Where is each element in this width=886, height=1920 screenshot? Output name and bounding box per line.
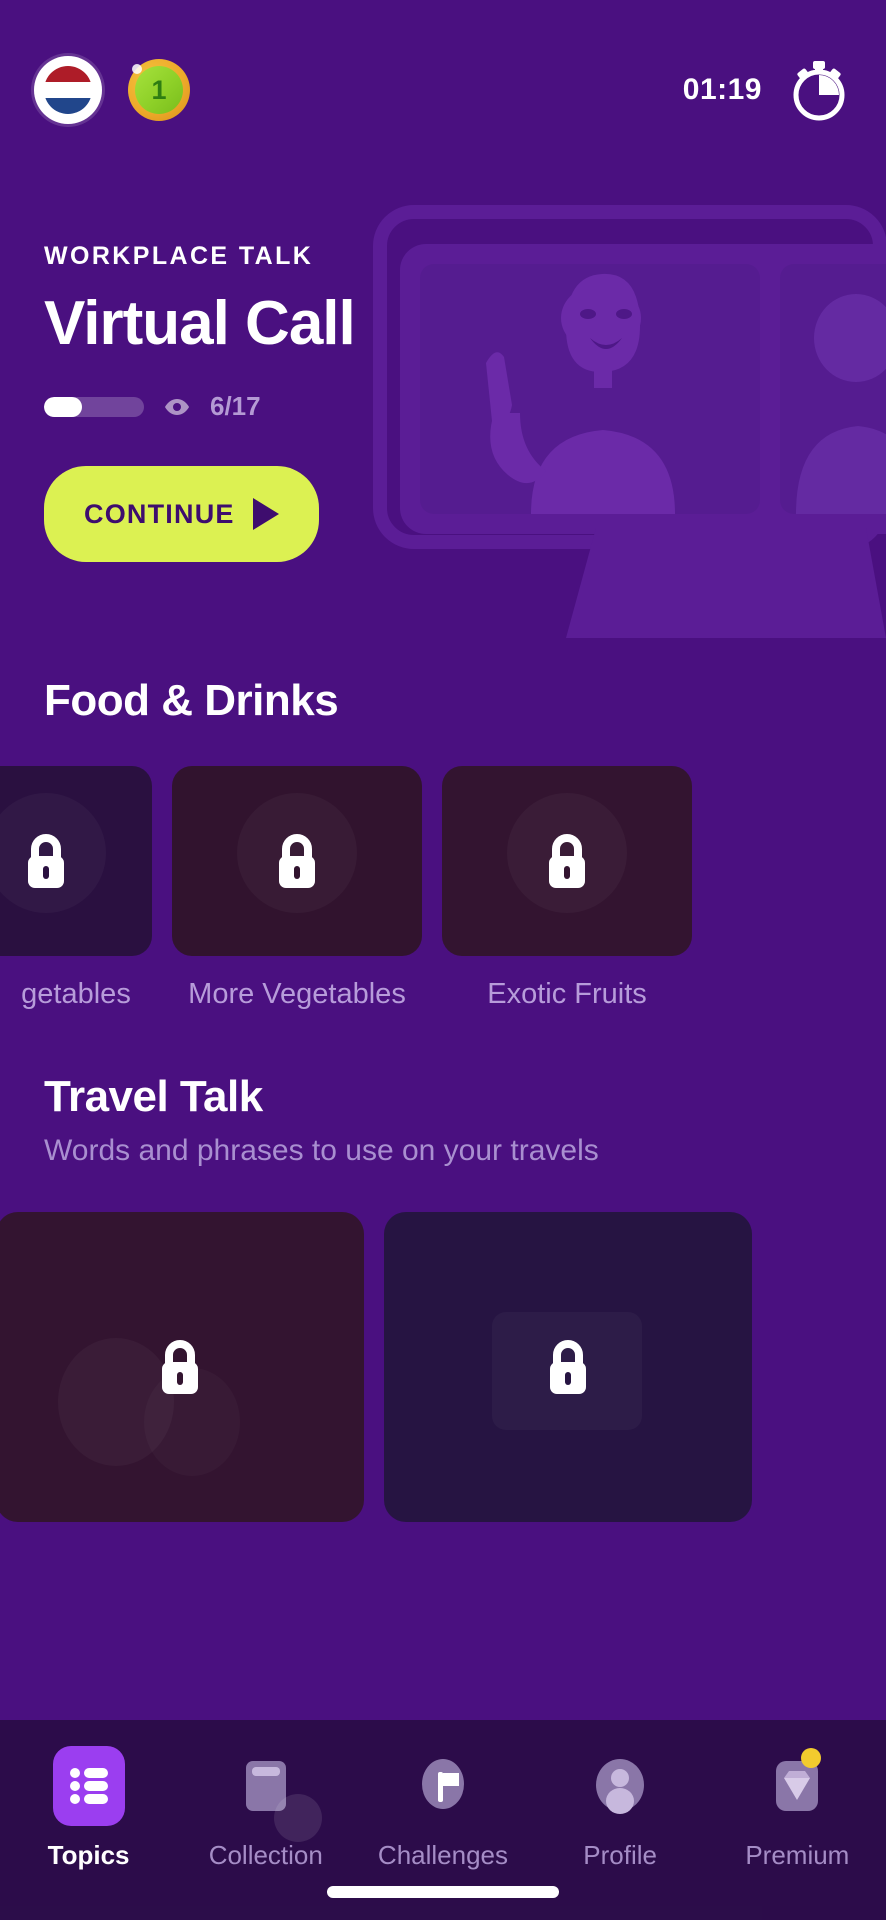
topic-card-tile[interactable] (0, 766, 152, 956)
flag-inner (44, 66, 92, 114)
lock-icon (543, 1338, 593, 1396)
nav-label: Topics (47, 1840, 130, 1870)
nav-item-profile[interactable]: Profile (545, 1746, 695, 1871)
topic-card[interactable]: getables (0, 766, 152, 1011)
bottom-navigation: Topics Collection Challenges Profile Pre… (0, 1720, 886, 1920)
topic-card-row[interactable]: getables More Vegetables Exotic Fruits (0, 766, 886, 1011)
flag-band-white (44, 82, 92, 98)
diamond-icon (761, 1746, 833, 1826)
flag-band-blue (44, 98, 92, 114)
home-indicator (327, 1886, 559, 1898)
progress-fill (44, 396, 82, 417)
section-travel-talk: Travel Talk Words and phrases to use on … (0, 1072, 886, 1522)
stopwatch-icon (786, 57, 852, 123)
progress-row: 6/17 (44, 391, 474, 422)
continue-button[interactable]: CONTINUE (44, 466, 319, 562)
topic-card-label: getables (21, 978, 131, 1010)
continue-button-label: CONTINUE (84, 498, 235, 529)
flag-icon (407, 1746, 479, 1826)
person-icon (584, 1746, 656, 1826)
nav-label: Challenges (377, 1840, 509, 1870)
eye-icon (164, 398, 190, 416)
topic-card-label: Exotic Fruits (487, 978, 647, 1010)
coin-shine (132, 64, 142, 74)
topic-card[interactable]: Exotic Fruits (442, 766, 692, 1011)
hero-eyebrow: WORKPLACE TALK (44, 242, 314, 270)
topic-card-label: More Vegetables (188, 978, 406, 1010)
section-title: Food & Drinks (44, 676, 339, 725)
progress-count: 6/17 (210, 391, 261, 421)
topic-card-tile[interactable] (0, 1212, 364, 1522)
nav-item-challenges[interactable]: Challenges (368, 1746, 518, 1871)
nav-label: Premium (745, 1840, 850, 1870)
coin-value: 1 (135, 66, 183, 114)
lock-icon (272, 832, 322, 890)
nav-item-premium[interactable]: Premium (722, 1746, 872, 1871)
section-subtitle: Words and phrases to use on your travels (44, 1134, 599, 1167)
progress-bar (44, 396, 144, 417)
topic-card-tile[interactable] (172, 766, 422, 956)
topic-card-tile[interactable] (442, 766, 692, 956)
topic-card-row[interactable] (0, 1212, 886, 1522)
top-bar: 1 01:19 (0, 0, 886, 180)
nav-label: Profile (583, 1840, 657, 1870)
hero-copy: WORKPLACE TALK Virtual Call 6/17 CONTINU… (44, 242, 474, 562)
dutch-flag-icon[interactable] (34, 56, 102, 124)
page-title: Virtual Call (44, 289, 356, 358)
coin-icon[interactable]: 1 (128, 59, 190, 121)
flag-band-red (44, 66, 92, 82)
topic-card[interactable]: More Vegetables (172, 766, 422, 1011)
lock-icon (21, 832, 71, 890)
section-title: Travel Talk (44, 1072, 263, 1121)
hero-banner: WORKPLACE TALK Virtual Call 6/17 CONTINU… (0, 180, 886, 660)
touch-indicator (274, 1794, 322, 1842)
lock-icon (155, 1338, 205, 1396)
nav-label: Collection (208, 1840, 323, 1870)
play-icon (252, 498, 279, 530)
timer-text: 01:19 (682, 73, 762, 106)
lock-icon (542, 832, 592, 890)
list-icon (52, 1746, 125, 1826)
timer-group: 01:19 (683, 57, 852, 123)
nav-item-topics[interactable]: Topics (14, 1746, 164, 1871)
section-food-and-drinks: Food & Drinks getables More Vegetables E… (0, 676, 886, 1011)
topic-card-tile[interactable] (384, 1212, 752, 1522)
